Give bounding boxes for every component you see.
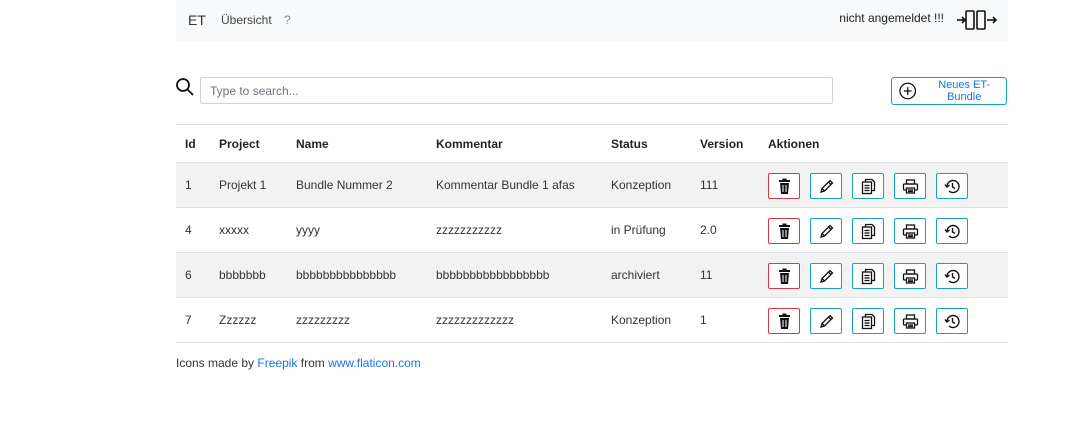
header-status[interactable]: Status	[602, 124, 691, 163]
cell-comment: zzzzzzzzzzz	[427, 207, 602, 253]
copy-icon	[861, 178, 875, 194]
cell-status: in Prüfung	[602, 207, 691, 253]
cell-actions	[759, 207, 1008, 253]
copy-icon	[861, 313, 875, 329]
copy-button[interactable]	[852, 218, 884, 244]
table-row: 7 Zzzzzz zzzzzzzzz zzzzzzzzzzzzz Konzeption 1	[176, 297, 1008, 343]
cell-comment: zzzzzzzzzzzzz	[427, 297, 602, 343]
pencil-icon	[819, 269, 833, 283]
pencil-icon	[819, 224, 833, 238]
nav-link-overview[interactable]: Übersicht	[221, 13, 272, 27]
header-name[interactable]: Name	[287, 124, 427, 163]
table-header-row: Id Project Name Kommentar Status Version…	[176, 124, 1008, 163]
history-icon	[943, 269, 960, 283]
header-version[interactable]: Version	[691, 124, 759, 163]
cell-project: xxxxx	[210, 207, 287, 253]
cell-status: Konzeption	[602, 162, 691, 208]
history-button[interactable]	[936, 173, 968, 199]
cell-status: Konzeption	[602, 297, 691, 343]
cell-version: 111	[691, 162, 759, 208]
freepik-link[interactable]: Freepik	[257, 356, 297, 370]
pencil-icon	[819, 314, 833, 328]
print-button[interactable]	[894, 308, 926, 334]
header-id[interactable]: Id	[176, 124, 210, 163]
login-status-text: nicht angemeldet !!!	[839, 11, 944, 25]
search-icon	[176, 78, 194, 96]
cell-id: 6	[176, 252, 210, 298]
trash-icon	[778, 178, 790, 194]
delete-button[interactable]	[768, 263, 800, 289]
cell-comment: bbbbbbbbbbbbbbbbb	[427, 252, 602, 298]
plus-circle-icon	[899, 82, 917, 100]
delete-button[interactable]	[768, 173, 800, 199]
history-button[interactable]	[936, 218, 968, 244]
cell-name: zzzzzzzzz	[287, 297, 427, 343]
delete-button[interactable]	[768, 308, 800, 334]
delete-button[interactable]	[768, 218, 800, 244]
copy-button[interactable]	[852, 173, 884, 199]
cell-project: bbbbbbb	[210, 252, 287, 298]
cell-actions	[759, 252, 1008, 298]
login-door-icon[interactable]	[956, 9, 998, 31]
flaticon-link[interactable]: www.flaticon.com	[328, 356, 421, 370]
trash-icon	[778, 268, 790, 284]
print-button[interactable]	[894, 218, 926, 244]
cell-version: 1	[691, 297, 759, 343]
table-row: 4 xxxxx yyyy zzzzzzzzzzz in Prüfung 2.0	[176, 207, 1008, 253]
header-comment[interactable]: Kommentar	[427, 124, 602, 163]
pencil-icon	[819, 179, 833, 193]
printer-icon	[902, 223, 918, 239]
printer-icon	[902, 178, 918, 194]
new-bundle-button[interactable]: Neues ET-Bundle	[891, 77, 1007, 105]
cell-comment: Kommentar Bundle 1 afas	[427, 162, 602, 208]
bundle-table: Id Project Name Kommentar Status Version…	[176, 124, 1008, 343]
cell-project: Projekt 1	[210, 162, 287, 208]
trash-icon	[778, 223, 790, 239]
attribution-middle: from	[300, 356, 325, 370]
printer-icon	[902, 268, 918, 284]
history-button[interactable]	[936, 308, 968, 334]
cell-actions	[759, 162, 1008, 208]
copy-icon	[861, 223, 875, 239]
new-bundle-label: Neues ET-Bundle	[938, 79, 991, 103]
search-input[interactable]	[200, 77, 833, 104]
attribution-prefix: Icons made by	[176, 356, 255, 370]
header-actions: Aktionen	[759, 124, 1008, 163]
edit-button[interactable]	[810, 173, 842, 199]
brand-link[interactable]: ET	[188, 12, 206, 28]
table-row: 6 bbbbbbb bbbbbbbbbbbbbbb bbbbbbbbbbbbbbbbb…	[176, 252, 1008, 298]
edit-button[interactable]	[810, 263, 842, 289]
printer-icon	[902, 313, 918, 329]
cell-name: yyyy	[287, 207, 427, 253]
history-button[interactable]	[936, 263, 968, 289]
cell-name: bbbbbbbbbbbbbbb	[287, 252, 427, 298]
edit-button[interactable]	[810, 308, 842, 334]
cell-id: 1	[176, 162, 210, 208]
history-icon	[943, 179, 960, 193]
icon-attribution: Icons made by Freepik from www.flaticon.…	[176, 356, 421, 370]
history-icon	[943, 224, 960, 238]
cell-id: 4	[176, 207, 210, 253]
header-project[interactable]: Project	[210, 124, 287, 163]
cell-id: 7	[176, 297, 210, 343]
cell-actions	[759, 297, 1008, 343]
cell-version: 2.0	[691, 207, 759, 253]
nav-help-link[interactable]: ?	[284, 13, 291, 27]
print-button[interactable]	[894, 263, 926, 289]
cell-status: archiviert	[602, 252, 691, 298]
copy-button[interactable]	[852, 308, 884, 334]
top-navbar: ET Übersicht ? nicht angemeldet !!!	[176, 0, 1008, 41]
print-button[interactable]	[894, 173, 926, 199]
table-row: 1 Projekt 1 Bundle Nummer 2 Kommentar Bundl…	[176, 162, 1008, 208]
copy-icon	[861, 268, 875, 284]
edit-button[interactable]	[810, 218, 842, 244]
cell-name: Bundle Nummer 2	[287, 162, 427, 208]
cell-version: 11	[691, 252, 759, 298]
trash-icon	[778, 313, 790, 329]
cell-project: Zzzzzz	[210, 297, 287, 343]
history-icon	[943, 314, 960, 328]
copy-button[interactable]	[852, 263, 884, 289]
